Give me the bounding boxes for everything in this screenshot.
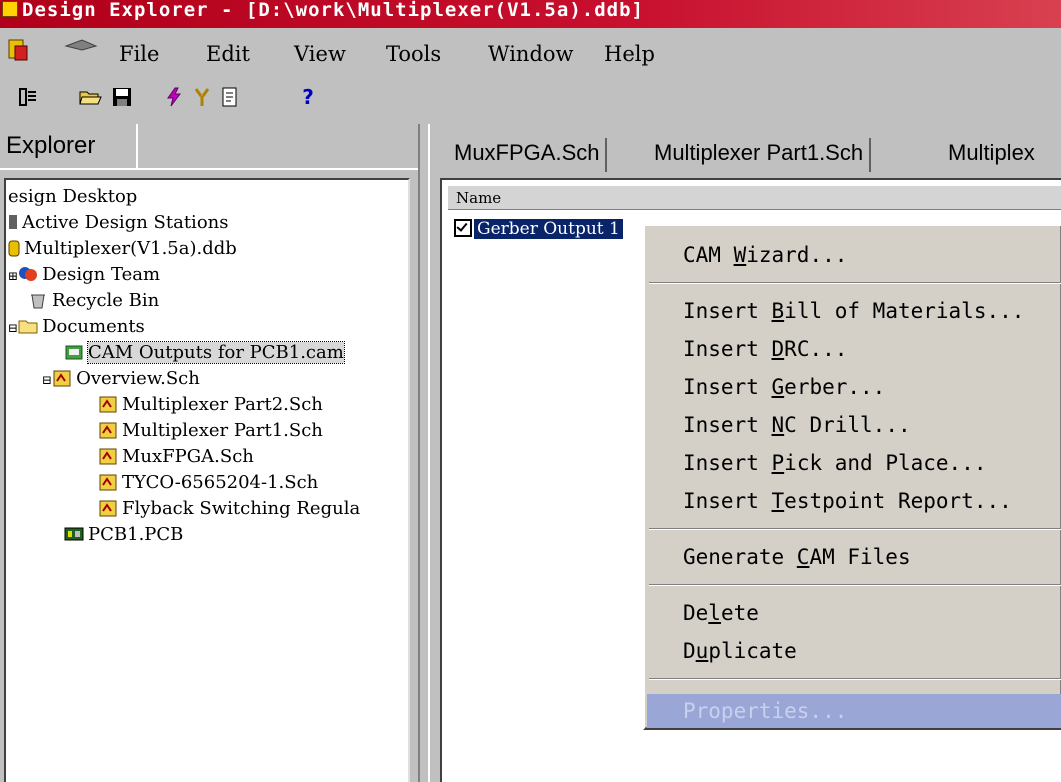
schematic-icon [98, 395, 118, 413]
help-icon[interactable]: ? [294, 84, 322, 110]
tree-item-flyback[interactable]: Flyback Switching Regula [98, 496, 360, 522]
menu-edit[interactable]: Edit [206, 40, 250, 68]
schematic-icon [98, 499, 118, 517]
station-icon [8, 213, 18, 231]
menu-item-insert-drc[interactable]: Insert DRC... [683, 332, 847, 366]
menu-item-cam-wizard[interactable]: CAM Wizard... [683, 238, 847, 272]
explorer-tree[interactable]: esign Desktop Active Design Stations Mul… [4, 178, 410, 782]
tree-item-muxfpga[interactable]: MuxFPGA.Sch [98, 444, 254, 470]
recycle-bin-icon [28, 291, 48, 309]
menu-item-duplicate[interactable]: Duplicate [683, 634, 797, 668]
document-menu-icon[interactable] [6, 38, 30, 62]
tree-item-design-team[interactable]: ⊞ Design Team [8, 262, 160, 288]
menu-tools[interactable]: Tools [386, 40, 441, 68]
app-icon [2, 1, 18, 17]
lightning-icon[interactable] [160, 84, 188, 110]
list-item-gerber-output[interactable]: Gerber Output 1 [454, 216, 623, 242]
menu-separator [649, 678, 1061, 680]
explorer-tab[interactable]: Explorer [0, 124, 138, 168]
menu-item-insert-nc-drill[interactable]: Insert NC Drill... [683, 408, 911, 442]
schematic-icon [98, 421, 118, 439]
menu-item-delete[interactable]: Delete [683, 596, 759, 630]
menu-item-insert-bom[interactable]: Insert Bill of Materials... [683, 294, 1024, 328]
tree-item-database[interactable]: Multiplexer(V1.5a).ddb [8, 236, 237, 262]
schematic-icon [52, 369, 72, 387]
expand-minus-icon[interactable]: ⊟ [42, 373, 52, 387]
tree-item-multiplexer-part2[interactable]: Multiplexer Part2.Sch [98, 392, 323, 418]
tree-item-overview[interactable]: ⊟ Overview.Sch [42, 366, 200, 392]
menu-file[interactable]: File [119, 40, 159, 68]
tree-item-tyco[interactable]: TYCO-6565204-1.Sch [98, 470, 318, 496]
tree-item-cam-outputs[interactable]: CAM Outputs for PCB1.cam [64, 340, 345, 366]
context-menu: CAM Wizard... Insert Bill of Materials..… [643, 224, 1061, 730]
save-icon[interactable] [108, 84, 136, 110]
window-title: Design Explorer - [D:\work\Multiplexer(V… [22, 0, 644, 21]
menu-item-generate-cam[interactable]: Generate CAM Files [683, 540, 911, 574]
menu-view[interactable]: View [294, 40, 346, 68]
menu-separator [649, 282, 1061, 284]
tree-item-documents[interactable]: ⊟ Documents [8, 314, 145, 340]
expand-minus-icon[interactable]: ⊟ [8, 321, 18, 335]
title-bar: Design Explorer - [D:\work\Multiplexer(V… [0, 0, 1061, 28]
schematic-icon [98, 447, 118, 465]
tab-muxfpga[interactable]: MuxFPGA.Sch [448, 138, 608, 172]
document-icon[interactable] [216, 84, 244, 110]
team-icon [18, 265, 38, 283]
arrow-menu-icon[interactable] [64, 36, 98, 58]
tab-multiplex[interactable]: Multiplex [942, 138, 1041, 172]
open-folder-icon[interactable] [76, 84, 104, 110]
menu-item-properties[interactable]: Properties... [647, 694, 1061, 728]
tree-item-active-design-stations[interactable]: Active Design Stations [8, 210, 228, 236]
menu-separator [649, 584, 1061, 586]
menu-item-insert-pick-place[interactable]: Insert Pick and Place... [683, 446, 986, 480]
database-icon [8, 239, 20, 257]
menu-item-insert-testpoint[interactable]: Insert Testpoint Report... [683, 484, 1012, 518]
menu-item-insert-gerber[interactable]: Insert Gerber... [683, 370, 885, 404]
menu-help[interactable]: Help [604, 40, 655, 68]
tree-item-recycle-bin[interactable]: Recycle Bin [28, 288, 159, 314]
column-header-name[interactable]: Name [448, 186, 1061, 210]
tree-item-multiplexer-part1[interactable]: Multiplexer Part1.Sch [98, 418, 323, 444]
tree-item-pcb1[interactable]: PCB1.PCB [64, 522, 183, 548]
document-tabs: MuxFPGA.Sch Multiplexer Part1.Sch Multip… [432, 124, 1061, 176]
menu-window[interactable]: Window [488, 40, 574, 68]
folder-icon [18, 317, 38, 335]
schematic-icon [98, 473, 118, 491]
cam-file-icon [64, 343, 84, 361]
panel-splitter[interactable] [418, 124, 430, 782]
pcb-icon [64, 525, 84, 543]
tab-multiplexer-part1[interactable]: Multiplexer Part1.Sch [648, 138, 872, 172]
tool-icon[interactable] [188, 84, 216, 110]
explorer-toggle-icon[interactable] [14, 84, 42, 110]
menu-separator [649, 528, 1061, 530]
tree-item-design-desktop[interactable]: esign Desktop [8, 184, 137, 210]
checkbox[interactable] [454, 219, 472, 237]
expand-plus-icon[interactable]: ⊞ [8, 269, 18, 283]
